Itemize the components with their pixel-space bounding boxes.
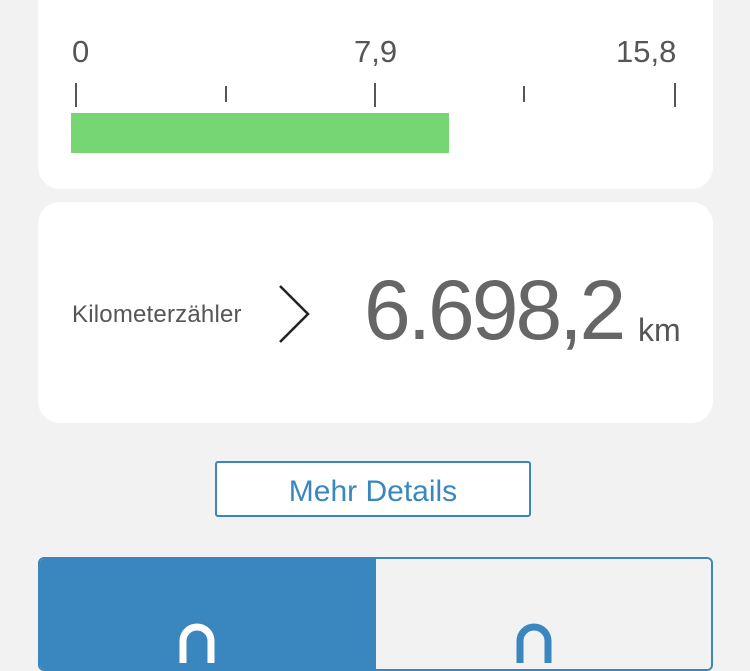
gauge-bar-track [71,113,675,153]
scale-tick [75,83,77,107]
odometer-unit: km [638,312,681,348]
scale-tick [374,83,376,107]
scale-tick [225,86,227,102]
scale-tick [523,86,525,102]
odometer-card[interactable]: Kilometerzähler 6.698,2 km [38,202,713,423]
scale-label-mid: 7,9 [354,34,398,69]
tab-unlock[interactable] [377,559,711,669]
scale-label-max: 15,8 [616,34,677,69]
tab-lock[interactable] [40,559,376,669]
scale-tick [674,83,676,107]
gauge-card: 0 7,9 15,8 [38,0,713,189]
more-details-button[interactable]: Mehr Details [215,461,531,517]
lock-segmented-control [38,557,713,671]
gauge-bar-fill [71,113,450,153]
chevron-right-icon[interactable] [276,282,312,351]
odometer-label: Kilometerzähler [72,301,242,328]
odometer-value: 6.698,2 [364,263,626,357]
scale-label-min: 0 [72,34,90,69]
